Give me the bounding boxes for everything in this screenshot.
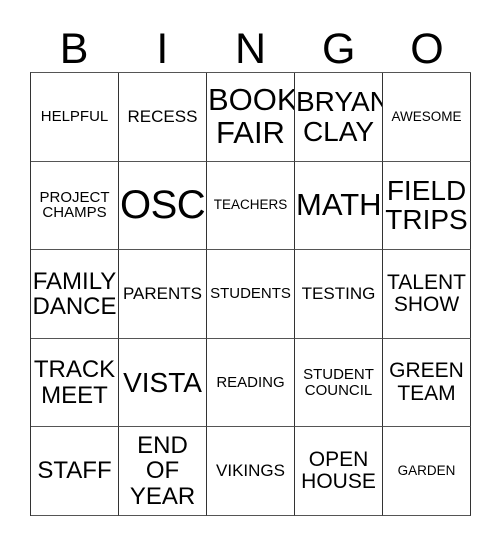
bingo-cell[interactable]: HELPFUL xyxy=(31,73,119,162)
bingo-cell-label: FIELD TRIPS xyxy=(385,174,468,236)
bingo-cell[interactable]: END OF YEAR xyxy=(119,427,207,516)
bingo-cell[interactable]: TALENT SHOW xyxy=(383,250,471,339)
bingo-cell-label: AWESOME xyxy=(391,108,462,124)
bingo-cell[interactable]: BRYAN CLAY xyxy=(295,73,383,162)
bingo-cell-label: TRACK MEET xyxy=(33,356,116,409)
header-letter-i: I xyxy=(156,25,169,73)
bingo-cell[interactable]: RECESS xyxy=(119,73,207,162)
bingo-cell-label: VIKINGS xyxy=(216,461,285,481)
bingo-cell-label: GARDEN xyxy=(397,463,456,479)
bingo-cell-label: VISTA xyxy=(123,366,202,398)
bingo-cell-label: STUDENT COUNCIL xyxy=(303,365,374,399)
bingo-header: B I N G O xyxy=(30,18,471,72)
header-letter-n: N xyxy=(234,25,267,73)
bingo-cell-label: STAFF xyxy=(37,457,112,485)
bingo-cell-label: RECESS xyxy=(127,106,198,126)
bingo-row: HELPFUL RECESS BOOK FAIR BRYAN CLAY AWES… xyxy=(31,73,471,162)
bingo-cell[interactable]: FAMILY DANCE xyxy=(31,250,119,339)
bingo-cell-label: OPEN HOUSE xyxy=(301,447,376,494)
bingo-row: FAMILY DANCE PARENTS STUDENTS TESTING TA… xyxy=(31,250,471,339)
bingo-cell[interactable]: VIKINGS xyxy=(207,427,295,516)
bingo-cell[interactable]: READING xyxy=(207,338,295,428)
bingo-cell[interactable]: MATH xyxy=(295,161,383,251)
header-letter-b: B xyxy=(59,25,89,73)
bingo-cell-label: READING xyxy=(216,373,285,391)
bingo-cell-label: GREEN TEAM xyxy=(389,359,464,405)
bingo-cell-label: FAMILY DANCE xyxy=(32,267,117,320)
bingo-row: TRACK MEET VISTA READING STUDENT COUNCIL… xyxy=(31,338,471,428)
bingo-cell-label: HELPFUL xyxy=(40,107,109,125)
bingo-cell[interactable]: OPEN HOUSE xyxy=(295,427,383,516)
bingo-cell[interactable]: TRACK MEET xyxy=(31,338,119,428)
bingo-cell[interactable]: STUDENTS xyxy=(207,250,295,339)
bingo-cell[interactable]: TESTING xyxy=(295,250,383,339)
bingo-row: STAFF END OF YEAR VIKINGS OPEN HOUSE GAR… xyxy=(31,427,471,516)
bingo-cell-label: TEACHERS xyxy=(213,197,288,213)
bingo-grid: HELPFUL RECESS BOOK FAIR BRYAN CLAY AWES… xyxy=(30,72,471,516)
bingo-cell-label: PARENTS xyxy=(122,283,203,303)
bingo-cell-label: STUDENTS xyxy=(210,285,291,303)
bingo-card: B I N G O HELPFUL RECESS BOOK FAIR BRYAN… xyxy=(0,0,500,544)
bingo-cell[interactable]: VISTA xyxy=(119,338,207,428)
bingo-cell-label: OSC xyxy=(120,183,206,228)
bingo-cell-label: TESTING xyxy=(301,283,376,303)
bingo-row: PROJECT CHAMPS OSC TEACHERS MATH FIELD T… xyxy=(31,161,471,251)
bingo-cell-label: BOOK FAIR xyxy=(208,81,295,150)
bingo-cell-label: PROJECT CHAMPS xyxy=(39,188,110,222)
header-letter-o: O xyxy=(410,25,444,73)
bingo-cell[interactable]: STUDENT COUNCIL xyxy=(295,338,383,428)
bingo-cell[interactable]: OSC xyxy=(119,161,207,251)
bingo-cell-label: BRYAN CLAY xyxy=(296,86,383,147)
bingo-cell-label: END OF YEAR xyxy=(129,432,196,510)
bingo-cell[interactable]: PARENTS xyxy=(119,250,207,339)
bingo-cell[interactable]: BOOK FAIR xyxy=(207,73,295,162)
bingo-cell[interactable]: GARDEN xyxy=(383,427,471,516)
bingo-cell[interactable]: AWESOME xyxy=(383,73,471,162)
bingo-cell[interactable]: TEACHERS xyxy=(207,161,295,251)
bingo-cell-label: TALENT SHOW xyxy=(387,270,466,316)
bingo-cell-label: MATH xyxy=(296,186,382,222)
bingo-cell[interactable]: STAFF xyxy=(31,427,119,516)
header-letter-g: G xyxy=(321,25,356,73)
bingo-cell[interactable]: PROJECT CHAMPS xyxy=(31,161,119,251)
bingo-cell[interactable]: GREEN TEAM xyxy=(383,338,471,428)
bingo-cell[interactable]: FIELD TRIPS xyxy=(383,161,471,251)
